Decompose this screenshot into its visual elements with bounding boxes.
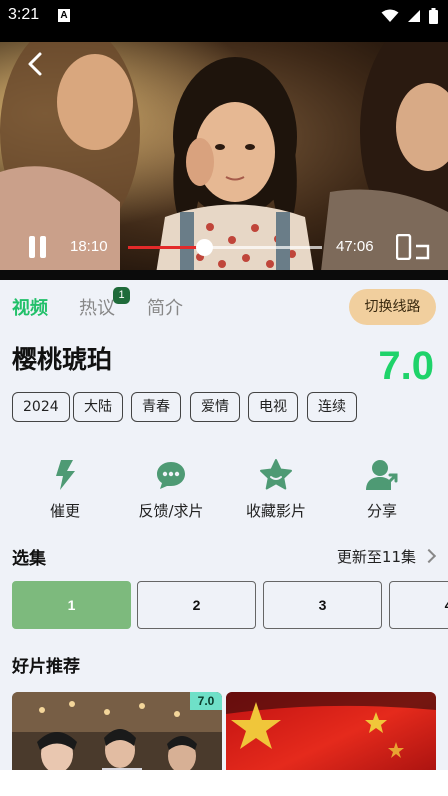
back-arrow-icon[interactable]: [22, 50, 50, 78]
chat-bubble-icon: [157, 462, 185, 489]
tag-region[interactable]: 大陆: [73, 392, 123, 422]
progress-fill: [128, 246, 204, 249]
episodes-title: 选集: [12, 549, 46, 569]
system-nav-bar: [0, 770, 448, 796]
fullscreen-rotate-icon[interactable]: [396, 234, 430, 260]
feedback-button[interactable]: 反馈/求片: [111, 458, 231, 521]
urge-update-label: 催更: [49, 502, 80, 520]
show-title: 樱桃琥珀: [12, 345, 113, 374]
star-icon: [260, 459, 292, 490]
feedback-label: 反馈/求片: [138, 502, 204, 520]
signal-icon: [408, 10, 420, 22]
favorite-button[interactable]: 收藏影片: [216, 458, 336, 521]
recommend-card-1[interactable]: 7.0: [12, 692, 222, 770]
share-label: 分享: [366, 502, 397, 520]
tab-intro[interactable]: 简介: [147, 294, 183, 320]
urge-update-button[interactable]: 催更: [5, 458, 125, 521]
episode-button-2[interactable]: 2: [137, 581, 256, 629]
discussion-badge: 1: [113, 287, 130, 304]
recommend-list: 7.0: [12, 692, 448, 770]
video-bottom-strip: [0, 270, 448, 280]
recommend-card-2[interactable]: [226, 692, 436, 770]
tag-type-tv[interactable]: 电视: [248, 392, 298, 422]
status-icons: [381, 8, 438, 24]
tag-genre-romance[interactable]: 爱情: [190, 392, 240, 422]
total-time: 47:06: [336, 238, 374, 255]
progress-knob[interactable]: [195, 239, 213, 256]
video-player[interactable]: 18:10 47:06: [0, 42, 448, 280]
tag-genre-youth[interactable]: 青春: [131, 392, 181, 422]
show-score: 7.0: [378, 344, 434, 388]
action-row: 催更 反馈/求片 收藏影片 分享: [0, 458, 448, 528]
episode-button-1[interactable]: 1: [12, 581, 131, 629]
recommend-score-badge: 7.0: [190, 692, 222, 710]
battery-icon: [429, 8, 438, 24]
current-time: 18:10: [70, 238, 108, 255]
wifi-icon: [381, 9, 399, 22]
switch-line-button[interactable]: 切换线路: [349, 289, 436, 325]
episode-list: 1 2 3 4: [12, 581, 448, 629]
episodes-update-link[interactable]: 更新至11集: [336, 546, 437, 567]
share-button[interactable]: 分享: [322, 458, 442, 521]
episodes-update-label: 更新至11集: [336, 548, 416, 566]
tag-type-series[interactable]: 连续: [307, 392, 357, 422]
status-bar: 3:21 A: [0, 0, 448, 42]
progress-bar[interactable]: [128, 239, 322, 256]
tag-year[interactable]: 2024: [12, 392, 70, 422]
player-controls: 18:10 47:06: [0, 232, 448, 262]
recommend-title: 好片推荐: [12, 657, 80, 677]
episode-button-3[interactable]: 3: [263, 581, 382, 629]
episode-button-4[interactable]: 4: [389, 581, 448, 629]
pause-icon[interactable]: [27, 236, 49, 258]
content-panel: 视频 热议 1 简介 切换线路 樱桃琥珀 7.0 2024 大陆 青春 爱情 电…: [0, 280, 448, 780]
share-user-icon: [366, 460, 398, 490]
chevron-right-icon: [421, 548, 437, 564]
recommend-poster-2: [226, 692, 436, 770]
tab-video[interactable]: 视频: [12, 294, 48, 320]
tab-discussion[interactable]: 热议: [79, 294, 115, 320]
lightning-icon: [56, 460, 75, 490]
app-notification-icon: A: [58, 9, 70, 22]
favorite-label: 收藏影片: [245, 502, 306, 520]
status-time: 3:21: [8, 6, 40, 23]
